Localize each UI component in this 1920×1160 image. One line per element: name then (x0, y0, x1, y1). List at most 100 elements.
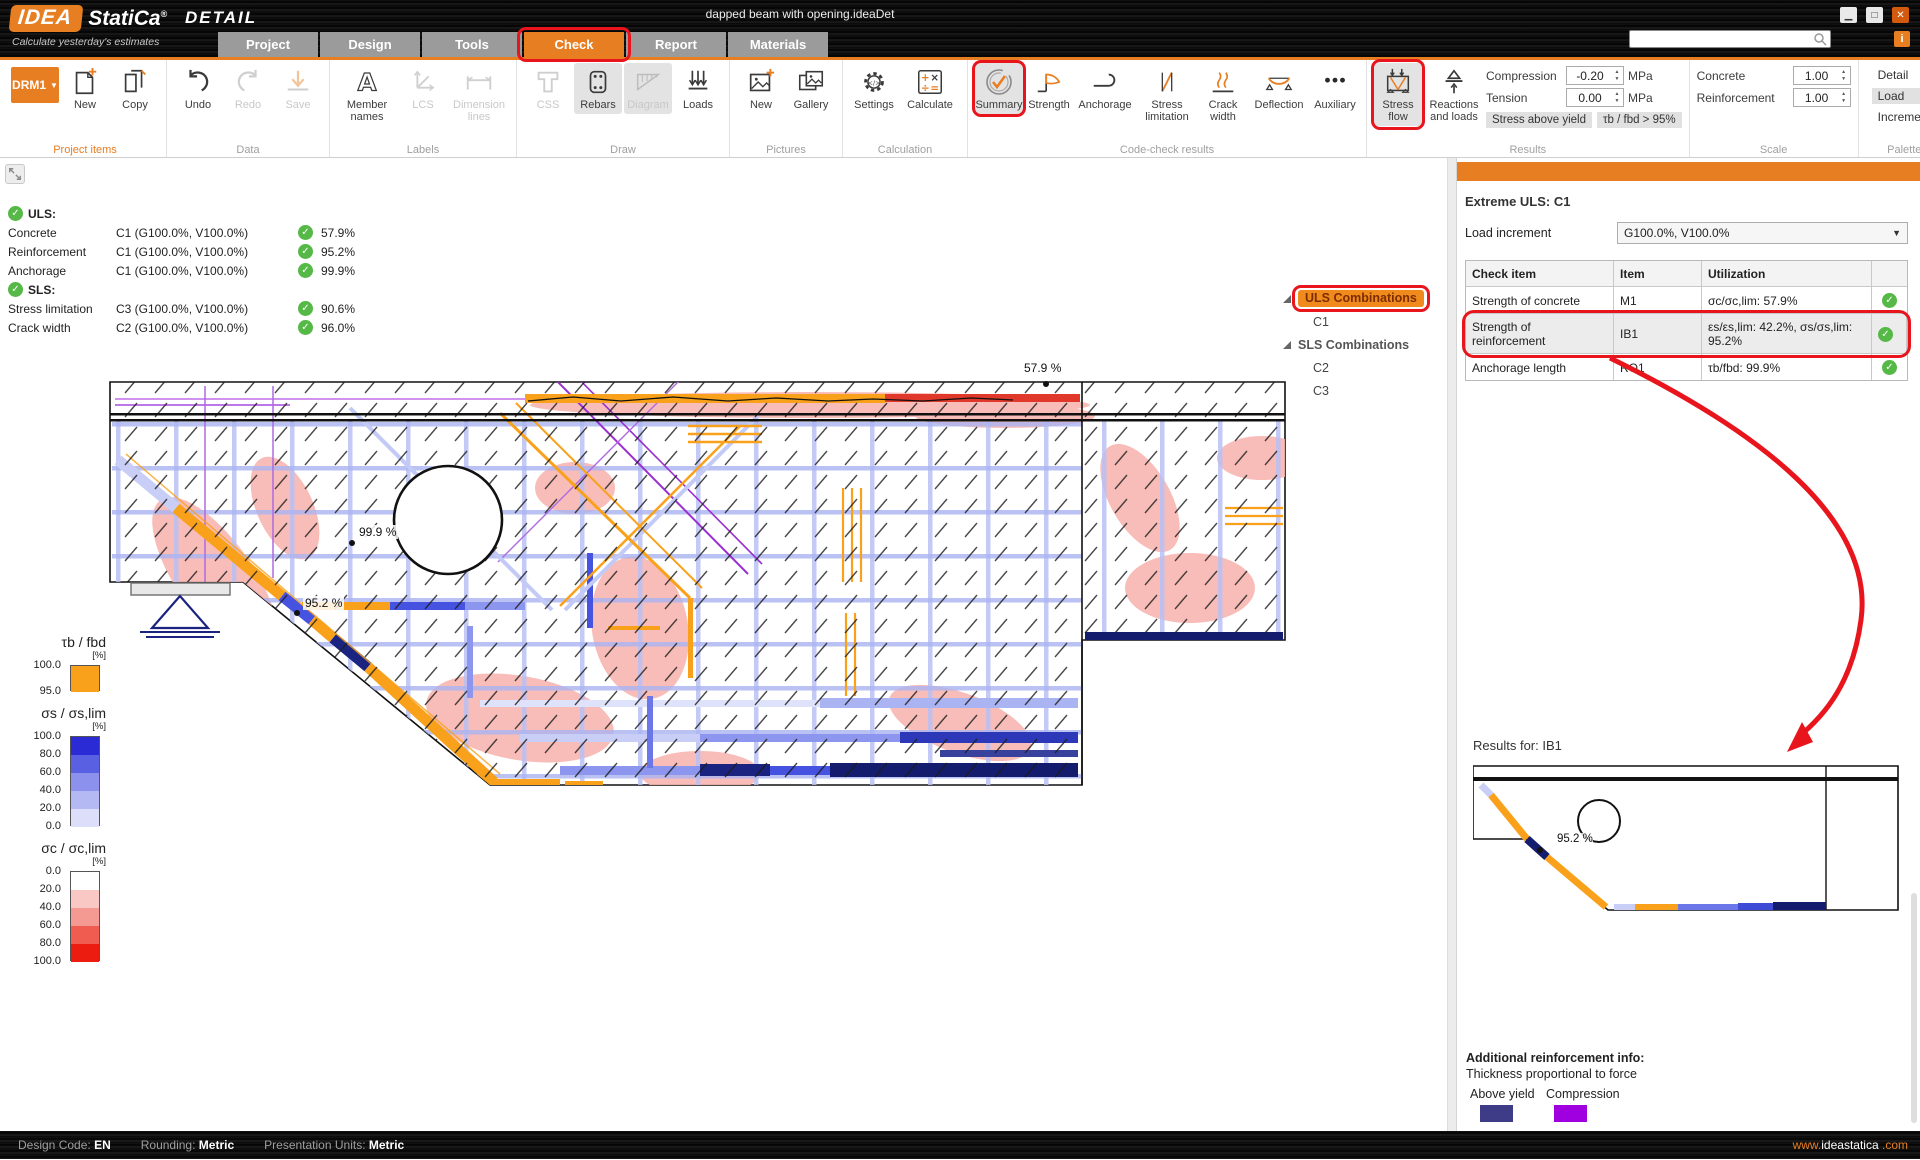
tab-tools[interactable]: Tools (422, 32, 522, 57)
tree-node-sls-combinations[interactable]: SLS Combinations (1283, 333, 1424, 356)
anchorage-check-button[interactable]: Anchorage (1075, 63, 1135, 114)
stress-above-yield-toggle[interactable]: Stress above yield (1486, 112, 1592, 128)
expand-arrows-icon (8, 167, 22, 181)
units-status: Presentation Units: Metric (264, 1138, 404, 1152)
table-row-strength-of-reinforcement[interactable]: Strength of reinforcement IB1 εs/εs,lim:… (1466, 314, 1907, 354)
svg-text:</>: </> (867, 79, 880, 87)
tab-design[interactable]: Design (320, 32, 420, 57)
group-label: Pictures (730, 144, 842, 156)
compression-stepper[interactable]: -0.20▲▼ (1566, 66, 1624, 85)
tab-materials[interactable]: Materials (728, 32, 828, 57)
panel-scrollbar[interactable] (1911, 893, 1917, 1123)
tension-unit: MPa (1628, 91, 1653, 105)
tree-node-uls-combinations[interactable]: ULS Combinations (1283, 287, 1424, 310)
fit-view-button[interactable] (5, 164, 25, 184)
rebars-button[interactable]: Rebars (574, 63, 622, 114)
group-data: Undo Redo Save Data (167, 60, 330, 157)
calculate-button[interactable]: +×÷= Calculate (900, 63, 960, 114)
load-increment-dropdown[interactable]: G100.0%, V100.0% ▼ (1617, 222, 1908, 244)
gallery-icon (796, 65, 826, 99)
palette-load-option[interactable]: Load (1872, 88, 1920, 104)
minimize-button[interactable]: ▁ (1840, 7, 1857, 23)
load-increment-label: Load increment (1465, 226, 1617, 240)
new-picture-button[interactable]: New (737, 63, 785, 114)
crack-width-check-button[interactable]: Crack width (1199, 63, 1247, 126)
above-yield-label: Above yield (1470, 1087, 1546, 1101)
info-icon[interactable]: i (1894, 31, 1910, 47)
combinations-tree: ULS Combinations C1 SLS Combinations C2 … (1283, 287, 1424, 402)
stepper-arrows-icon: ▲▼ (1612, 67, 1622, 84)
dimension-lines-icon (464, 65, 494, 99)
tree-node-c2[interactable]: C2 (1283, 356, 1424, 379)
support-triangle (152, 596, 208, 628)
summary-row: AnchorageC1 (G100.0%, V100.0%)99.9% (8, 261, 371, 280)
reinforcement-scale-stepper[interactable]: 1.00▲▼ (1793, 88, 1851, 107)
window-controls: ▁ □ ✕ (1840, 7, 1909, 23)
check-summary: ULS: ConcreteC1 (G100.0%, V100.0%)57.9% … (8, 204, 371, 337)
extreme-label-anchorage: 99.9 % (357, 525, 398, 539)
tab-project[interactable]: Project (218, 32, 318, 57)
new-project-item-button[interactable]: New (61, 63, 109, 114)
search-input[interactable] (1630, 33, 1813, 45)
extreme-title: Extreme ULS: C1 (1465, 194, 1570, 209)
expander-icon[interactable] (1283, 341, 1291, 349)
undo-button[interactable]: Undo (174, 63, 222, 114)
loads-button[interactable]: Loads (674, 63, 722, 114)
tagline: Calculate yesterday's estimates (12, 36, 159, 48)
tension-stepper[interactable]: 0.00▲▼ (1566, 88, 1624, 107)
check-ok-icon (8, 206, 23, 221)
new-picture-icon (746, 65, 776, 99)
redo-icon (233, 65, 263, 99)
css-button: CSS (524, 63, 572, 114)
group-label: Calculation (843, 144, 967, 156)
palette-increment-option[interactable]: Increment (1872, 109, 1920, 125)
check-ok-icon (298, 263, 313, 278)
svg-text:A: A (358, 67, 377, 96)
tree-node-c1[interactable]: C1 (1283, 310, 1424, 333)
concrete-scale-label: Concrete (1697, 69, 1789, 83)
chevron-down-icon: ▼ (50, 81, 58, 90)
stress-flow-button[interactable]: Stress flow (1374, 63, 1422, 126)
deflection-check-button[interactable]: Deflection (1249, 63, 1309, 114)
member-names-button[interactable]: A Member names (337, 63, 397, 126)
tree-node-c3[interactable]: C3 (1283, 379, 1424, 402)
website-link[interactable]: www.ideastatica .com (1793, 1138, 1908, 1152)
summary-button[interactable]: Summary (975, 63, 1023, 114)
redo-button: Redo (224, 63, 272, 114)
tb-fbd-toggle[interactable]: τb / fbd > 95% (1597, 112, 1682, 128)
strength-check-button[interactable]: Strength (1025, 63, 1073, 114)
undo-icon (183, 65, 213, 99)
group-scale: Concrete 1.00▲▼ Reinforcement 1.00▲▼ Sca… (1690, 60, 1859, 157)
panel-accent-bar (1457, 162, 1920, 181)
table-row-strength-of-concrete[interactable]: Strength of concrete M1 σc/σc,lim: 57.9% (1466, 287, 1907, 314)
panel-splitter[interactable] (1447, 158, 1457, 1131)
copy-project-item-button[interactable]: Copy (111, 63, 159, 114)
svg-text:÷: ÷ (921, 82, 930, 94)
tab-report[interactable]: Report (626, 32, 726, 57)
palette-detail-option[interactable]: Detail (1872, 67, 1920, 83)
reactions-and-loads-button[interactable]: Reactions and loads (1424, 63, 1484, 126)
design-code-status: Design Code: EN (18, 1138, 111, 1152)
expander-icon[interactable] (1283, 295, 1291, 303)
stress-limitation-check-button[interactable]: Stress limitation (1137, 63, 1197, 126)
settings-button[interactable]: </> Settings (850, 63, 898, 114)
ribbon-tabs: Project Design Tools Check Report Materi… (218, 32, 828, 57)
beam-interior (110, 352, 1307, 795)
gallery-button[interactable]: Gallery (787, 63, 835, 114)
table-row-anchorage-length[interactable]: Anchorage length RO1 τb/fbd: 99.9% (1466, 354, 1907, 380)
project-item-selector[interactable]: DRM1▼ (11, 67, 59, 103)
auxiliary-button[interactable]: Auxiliary (1311, 63, 1359, 114)
close-button[interactable]: ✕ (1892, 7, 1909, 23)
copy-icon (120, 65, 150, 99)
model-canvas[interactable]: ULS: ConcreteC1 (G100.0%, V100.0%)57.9% … (0, 158, 1447, 1131)
concrete-scale-stepper[interactable]: 1.00▲▼ (1793, 66, 1851, 85)
summary-check-icon (983, 65, 1015, 99)
check-ok-icon (298, 225, 313, 240)
tab-check[interactable]: Check (524, 32, 624, 57)
maximize-button[interactable]: □ (1866, 7, 1883, 23)
extreme-label-reinforcement: 95.2 % (303, 596, 344, 610)
cross-section-icon (533, 65, 563, 99)
lcs-axes-icon (408, 65, 438, 99)
search-box[interactable] (1629, 30, 1831, 48)
diagram-button: Diagram (624, 63, 672, 114)
